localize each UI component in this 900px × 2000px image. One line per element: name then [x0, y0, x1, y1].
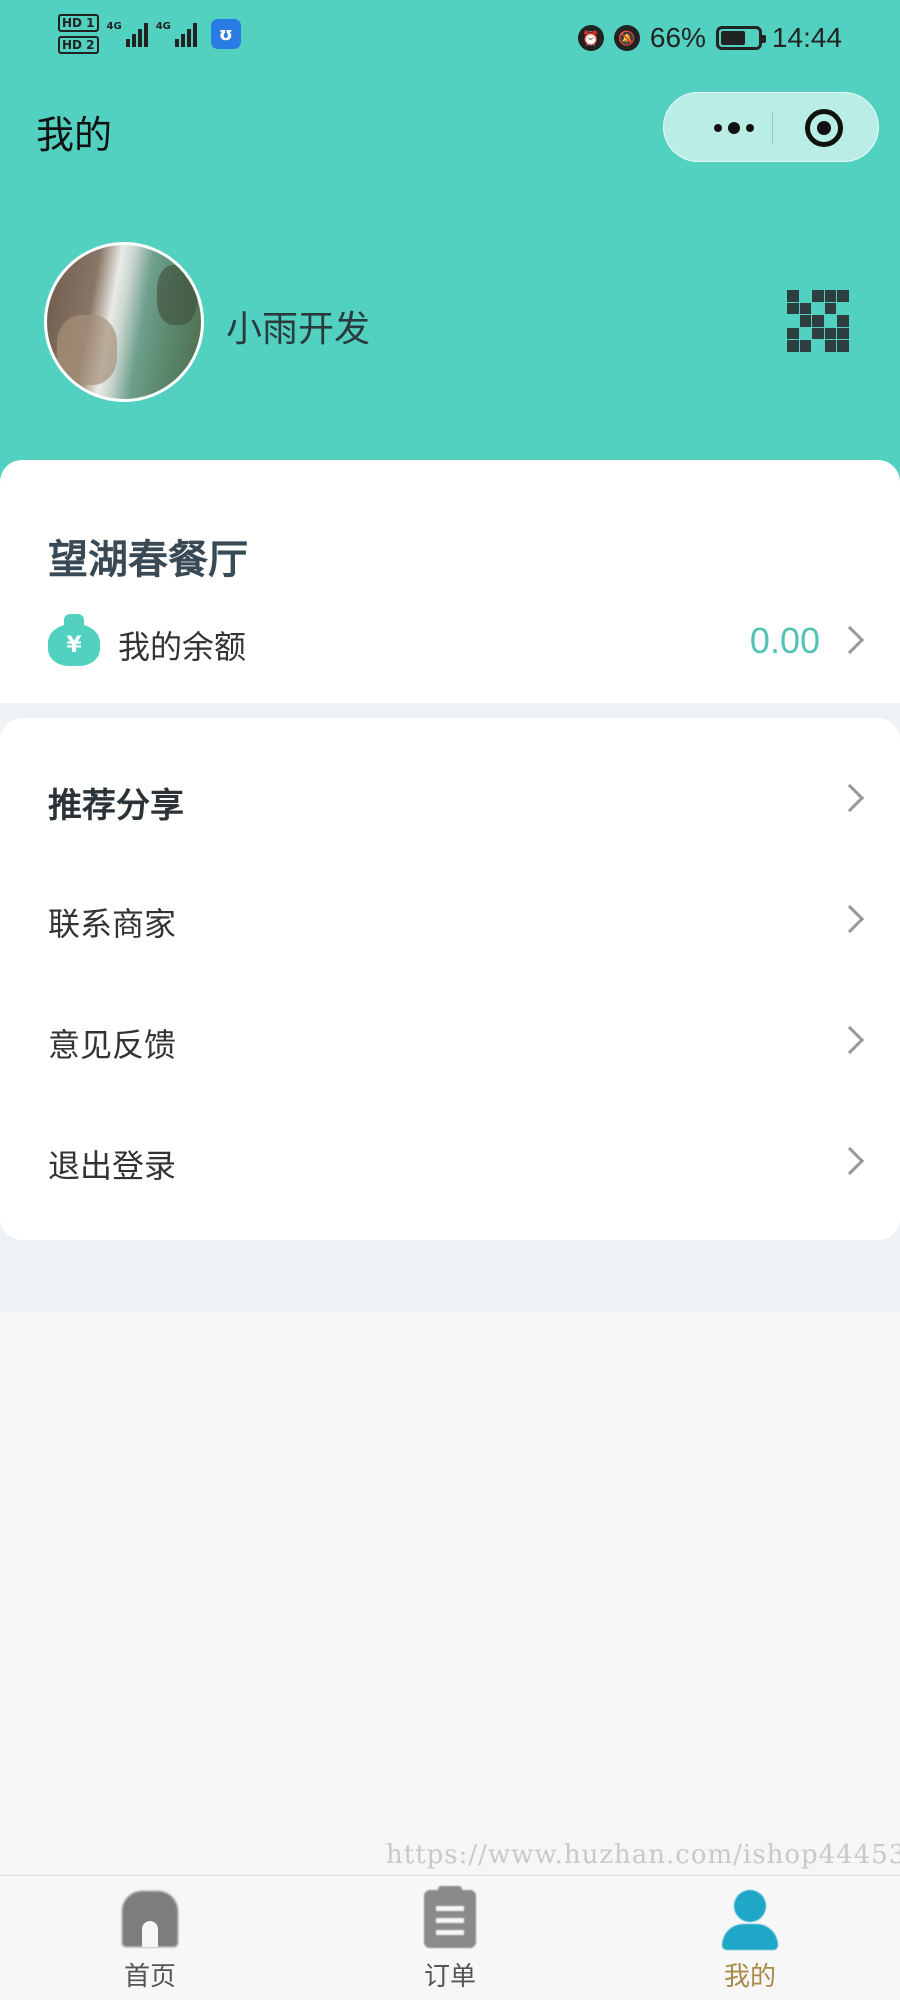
balance-row[interactable]: ¥ 我的余额 0.00 [0, 600, 900, 700]
capsule-divider [772, 111, 773, 145]
tab-bar: 首页 订单 我的 [0, 1875, 900, 2000]
status-bar: HD 1 HD 2 4G 4G ʊ ⏰ 🔕 66% 14:44 [0, 0, 900, 80]
battery-fill [720, 31, 745, 45]
tab-label: 订单 [423, 1962, 476, 1992]
clock: 14:44 [771, 22, 842, 53]
close-miniprogram-button[interactable] [805, 109, 843, 147]
username: 小雨开发 [226, 309, 371, 350]
menu-item-contact-merchant[interactable]: 联系商家 [0, 861, 900, 982]
user-icon [722, 1890, 778, 1950]
tab-label: 首页 [123, 1962, 176, 1992]
tab-mine[interactable]: 我的 [600, 1876, 900, 2000]
menu-item-label: 推荐分享 [48, 786, 184, 826]
menu-item-logout[interactable]: 退出登录 [0, 1103, 900, 1224]
mute-bell-icon: 🔕 [613, 25, 640, 51]
money-bag-symbol: ¥ [48, 624, 100, 666]
tab-home[interactable]: 首页 [0, 1876, 300, 2000]
store-name: 望湖春餐厅 [48, 537, 248, 583]
alarm-icon: ⏰ [577, 25, 604, 51]
battery-percent: 66% [649, 22, 706, 53]
status-left: HD 1 HD 2 4G 4G ʊ [58, 14, 241, 54]
signal-2-icon: 4G [156, 21, 197, 47]
chevron-right-icon [835, 1025, 865, 1055]
chevron-right-icon [835, 1146, 865, 1176]
page-title: 我的 [36, 113, 113, 157]
hd-indicators: HD 1 HD 2 [58, 14, 99, 54]
network-type-1: 4G [106, 21, 122, 32]
chevron-right-icon [835, 625, 865, 655]
home-icon [122, 1891, 178, 1949]
status-right: ⏰ 🔕 66% 14:44 [577, 22, 842, 54]
menu-item-label: 退出登录 [48, 1147, 177, 1185]
miniprogram-capsule [663, 92, 879, 162]
more-dot-icon [746, 124, 754, 132]
avatar[interactable] [44, 242, 204, 402]
chevron-right-icon [835, 783, 865, 813]
menu-item-label: 意见反馈 [48, 1026, 177, 1064]
hd2-badge: HD 2 [58, 36, 99, 54]
network-type-2: 4G [155, 21, 171, 32]
tab-label: 我的 [723, 1962, 776, 1992]
menu-card: 推荐分享 联系商家 意见反馈 退出登录 [0, 718, 900, 1240]
hd1-badge: HD 1 [58, 14, 99, 32]
more-menu-button[interactable] [694, 93, 774, 163]
balance-label: 我的余额 [118, 628, 247, 666]
menu-item-label: 联系商家 [48, 905, 177, 943]
chevron-right-icon [835, 904, 865, 934]
menu-item-share[interactable]: 推荐分享 [0, 740, 900, 861]
qrcode-icon[interactable] [787, 290, 849, 352]
notification-app-icon: ʊ [210, 19, 241, 49]
tab-orders[interactable]: 订单 [300, 1876, 600, 2000]
more-dot-icon [728, 122, 740, 134]
watermark: https://www.huzhan.com/ishop44453 [386, 1840, 900, 1870]
money-bag-icon: ¥ [48, 614, 100, 666]
more-dot-icon [714, 124, 722, 132]
menu-item-feedback[interactable]: 意见反馈 [0, 982, 900, 1103]
signal-1-icon: 4G [107, 21, 148, 47]
balance-value: 0.00 [749, 620, 820, 661]
battery-icon [715, 26, 766, 50]
order-clipboard-icon [424, 1886, 476, 1948]
